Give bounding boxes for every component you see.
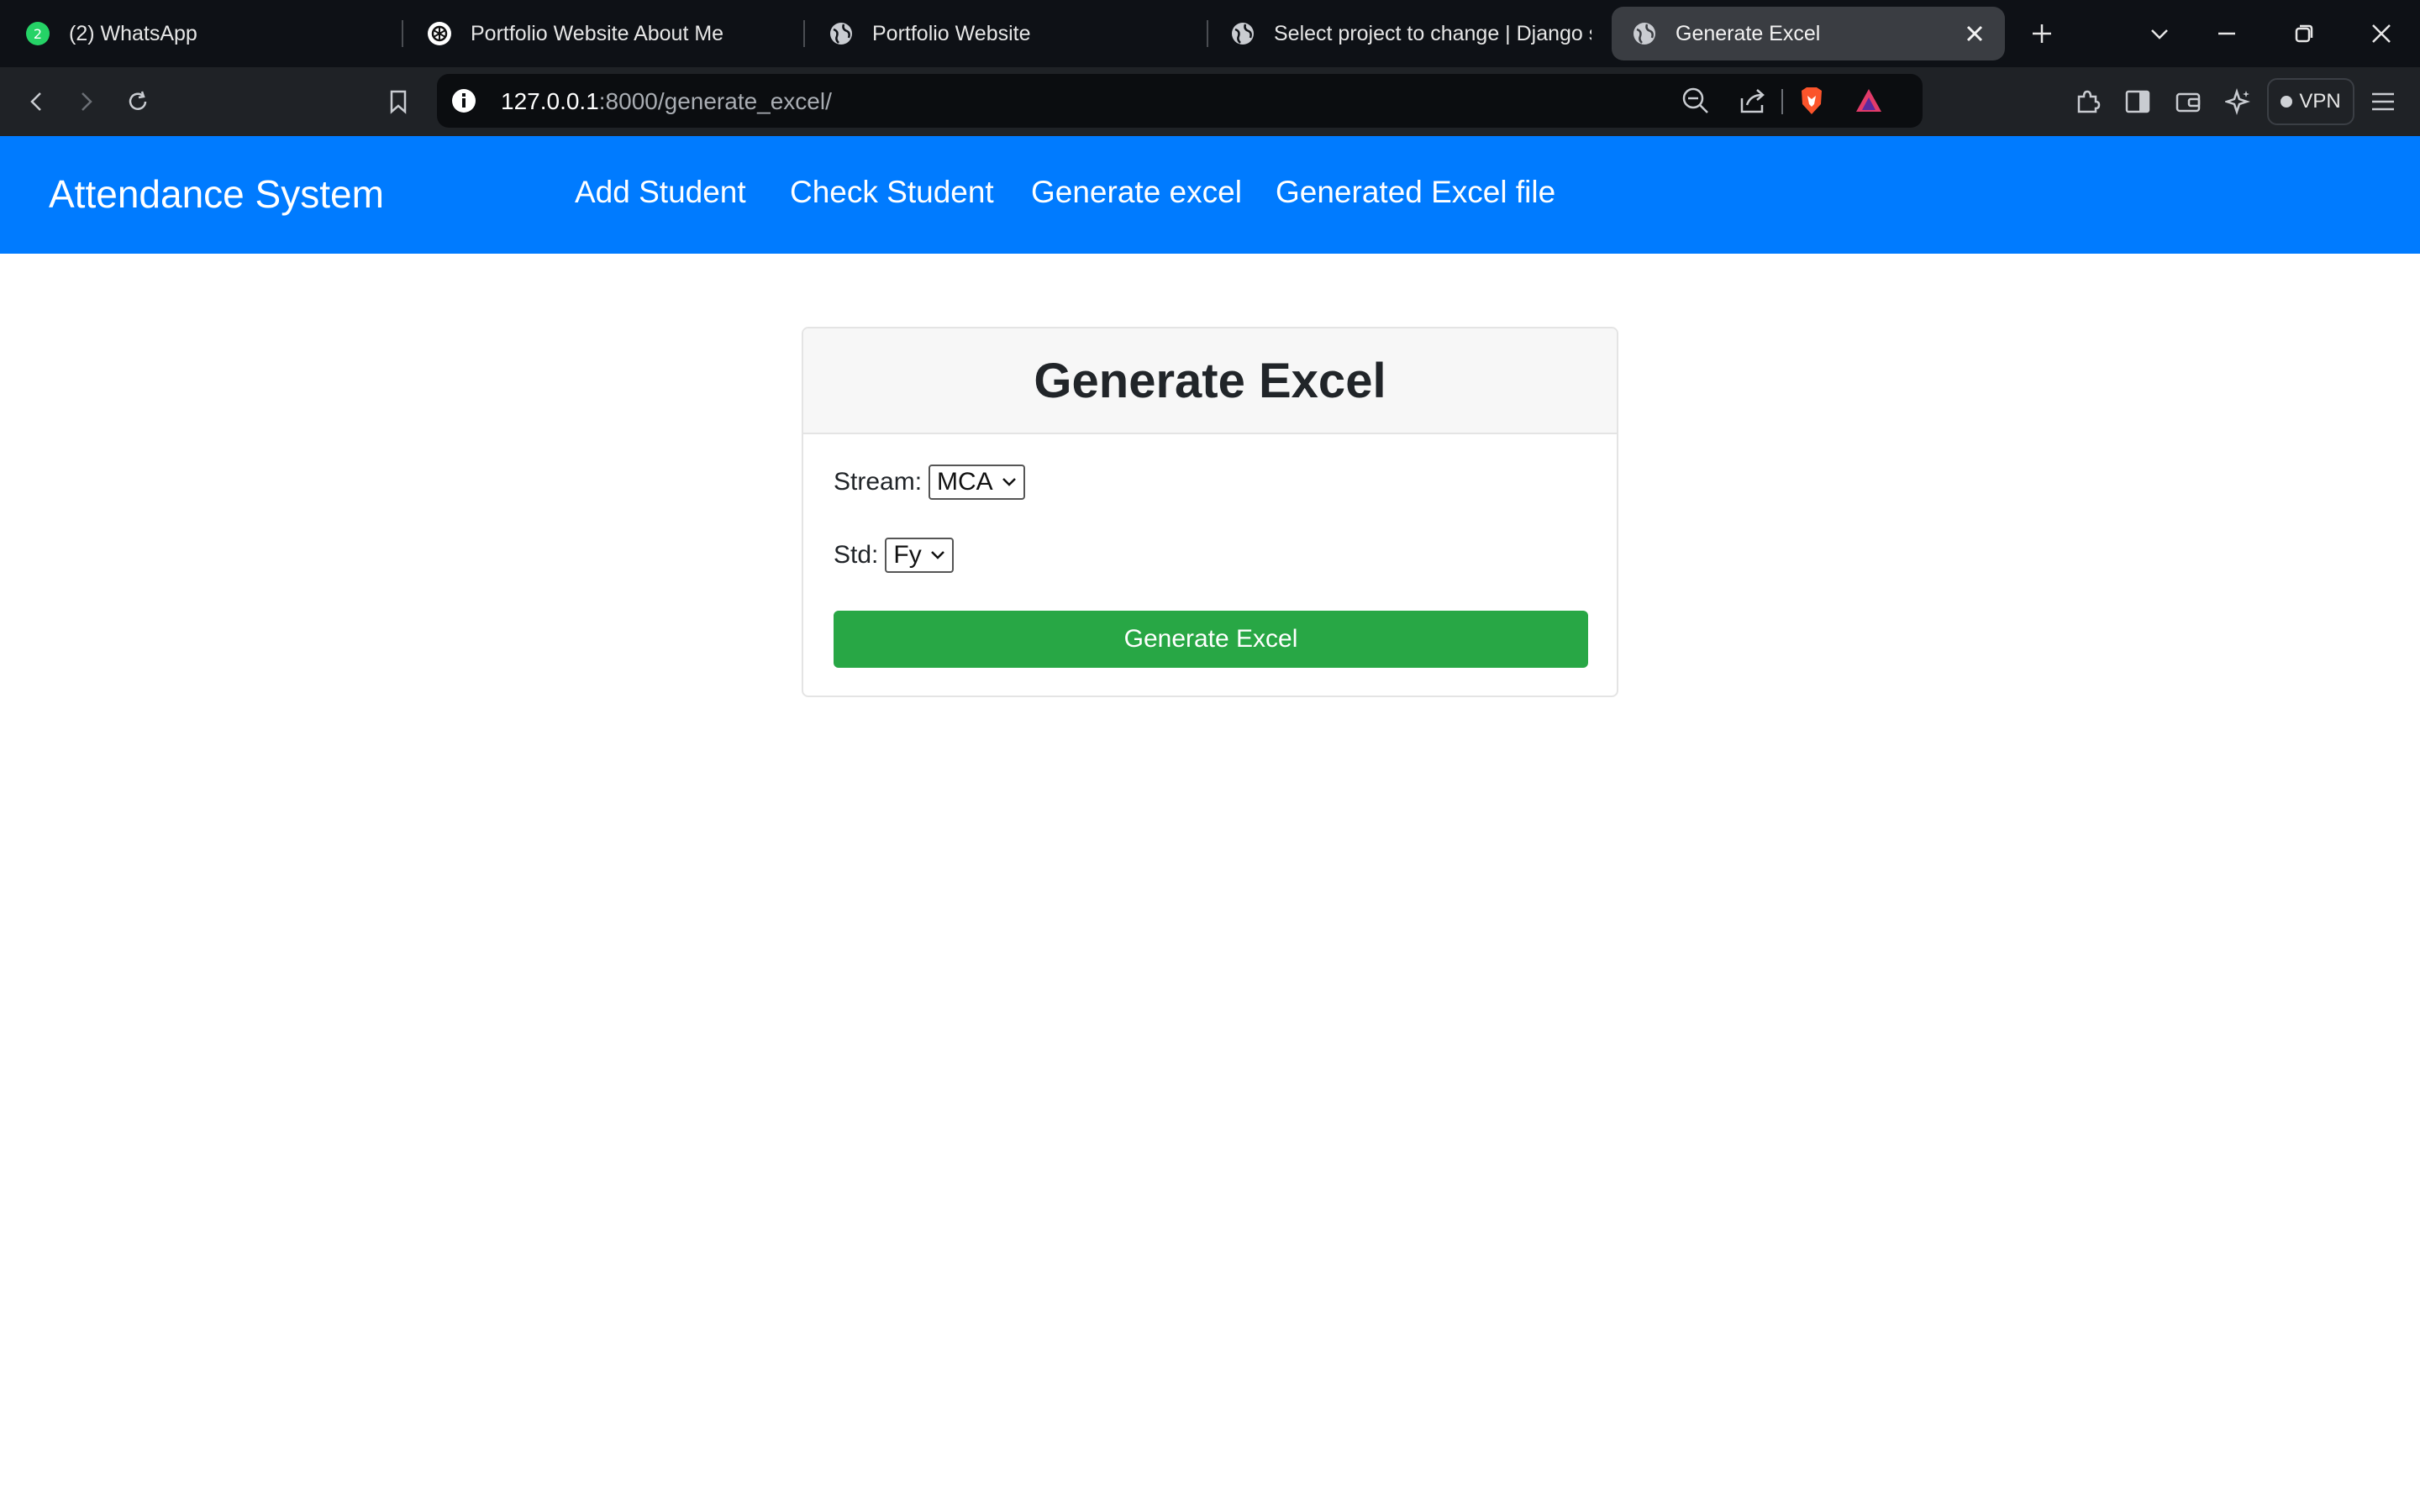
forward-icon[interactable] — [67, 83, 104, 120]
url-host: 127.0.0.1 — [501, 88, 599, 114]
vpn-status-icon — [2281, 96, 2293, 108]
tab-title: Portfolio Website — [872, 21, 1031, 45]
brave-shield-icon[interactable] — [1797, 86, 1827, 116]
nav-link-check-student[interactable]: Check Student — [790, 175, 994, 210]
vpn-label: VPN — [2299, 90, 2341, 113]
url-divider — [1781, 89, 1783, 114]
tab-separator — [1207, 20, 1208, 47]
whatsapp-icon: 2 — [25, 21, 50, 46]
new-tab-icon[interactable] — [2023, 15, 2060, 52]
std-label: Std: — [834, 541, 879, 569]
url-text: 127.0.0.1:8000/generate_excel/ — [501, 88, 832, 115]
vpn-button[interactable]: VPN — [2267, 78, 2354, 125]
minimize-icon[interactable] — [2208, 15, 2245, 52]
nav-link-add-student[interactable]: Add Student — [575, 175, 746, 210]
tab-title: Select project to change | Django si — [1274, 21, 1591, 45]
menu-icon[interactable] — [2365, 83, 2402, 120]
tab-portfolio-website[interactable]: Portfolio Website — [829, 7, 1198, 60]
address-bar[interactable]: 127.0.0.1:8000/generate_excel/ — [437, 74, 1923, 128]
navbar-brand[interactable]: Attendance System — [49, 171, 384, 217]
tab-whatsapp[interactable]: 2 (2) WhatsApp — [25, 7, 395, 60]
std-selected-value: Fy — [893, 541, 922, 569]
bookmark-icon[interactable] — [380, 83, 417, 120]
card-header: Generate Excel — [803, 328, 1617, 434]
tab-separator — [402, 20, 403, 47]
extensions-icon[interactable] — [2069, 83, 2106, 120]
std-field: Std: Fy — [834, 538, 954, 573]
zoom-out-icon[interactable] — [1681, 86, 1711, 116]
brave-rewards-icon[interactable] — [1854, 86, 1884, 116]
stream-label: Stream: — [834, 468, 923, 496]
nav-link-generated-excel-file[interactable]: Generated Excel file — [1276, 175, 1555, 210]
tab-title: (2) WhatsApp — [69, 21, 197, 45]
close-window-icon[interactable] — [2363, 15, 2400, 52]
stream-select[interactable]: MCA — [929, 465, 1025, 500]
std-select[interactable]: Fy — [885, 538, 954, 573]
globe-icon — [1632, 21, 1657, 46]
generate-excel-button[interactable]: Generate Excel — [834, 611, 1588, 668]
tab-django-admin[interactable]: Select project to change | Django si — [1230, 7, 1591, 60]
stream-field: Stream: MCA — [834, 465, 1025, 500]
leo-ai-icon[interactable] — [2220, 83, 2257, 120]
restore-icon[interactable] — [2286, 15, 2323, 52]
wallet-icon[interactable] — [2170, 83, 2207, 120]
sidebar-icon[interactable] — [2119, 83, 2156, 120]
tab-title: Portfolio Website About Me — [471, 21, 724, 45]
openai-icon — [427, 21, 452, 46]
back-icon[interactable] — [18, 83, 55, 120]
site-info-icon[interactable] — [450, 87, 477, 114]
site-navbar: Attendance System Add Student Check Stud… — [0, 136, 2420, 254]
share-icon[interactable] — [1738, 86, 1768, 116]
reload-icon[interactable] — [119, 83, 156, 120]
browser-tab-bar: 2 (2) WhatsApp Portfolio Website About M… — [0, 0, 2420, 67]
generate-excel-card: Generate Excel Stream: MCA Std: Fy Gener… — [802, 327, 1618, 697]
tab-generate-excel[interactable]: Generate Excel — [1612, 7, 2005, 60]
tab-portfolio-about[interactable]: Portfolio Website About Me — [427, 7, 797, 60]
stream-selected-value: MCA — [937, 468, 993, 496]
chevron-down-icon[interactable] — [2141, 15, 2178, 52]
close-tab-icon[interactable] — [1963, 22, 1986, 45]
tab-title: Generate Excel — [1676, 21, 1821, 45]
nav-link-generate-excel[interactable]: Generate excel — [1031, 175, 1242, 210]
tab-separator — [803, 20, 805, 47]
whatsapp-badge: 2 — [34, 26, 42, 42]
globe-icon — [1230, 21, 1255, 46]
card-title: Generate Excel — [1034, 353, 1386, 408]
url-path: :8000/generate_excel/ — [598, 88, 832, 114]
globe-icon — [829, 21, 854, 46]
chevron-down-icon — [930, 551, 944, 559]
chevron-down-icon — [1002, 478, 1016, 486]
browser-toolbar: 127.0.0.1:8000/generate_excel/ VPN — [0, 67, 2420, 136]
